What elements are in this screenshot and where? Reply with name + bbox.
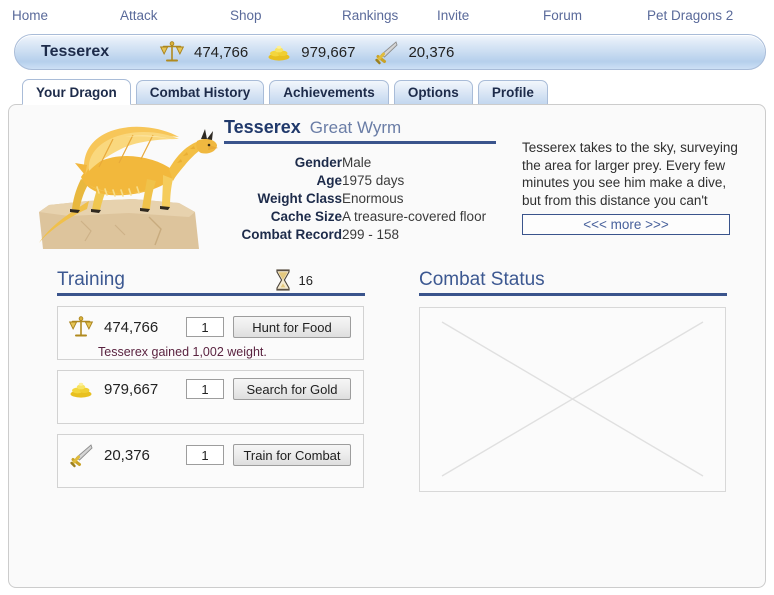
dragon-description-column: Tesserex takes to the sky, surveying the… [522, 117, 744, 257]
combat-status-placeholder [419, 307, 726, 492]
table-row: Weight Class Enormous [224, 189, 486, 207]
scales-icon [159, 39, 185, 65]
more-button[interactable]: <<< more >>> [522, 214, 730, 235]
training-value-food: 474,766 [104, 318, 159, 336]
stat-label-cache-size: Cache Size [270, 208, 342, 224]
nav-link-home[interactable]: Home [6, 8, 120, 23]
table-row: Age 1975 days [224, 171, 486, 189]
stat-value-cache-size: A treasure-covered floor [342, 208, 487, 224]
stat-value-gender: Male [342, 154, 372, 170]
lower-section: Training 16 474,766 1 Hunt for Food Tess… [9, 257, 765, 492]
player-stat-weight-value: 474,766 [194, 43, 249, 61]
tab-options[interactable]: Options [393, 80, 473, 104]
search-for-gold-button[interactable]: Search for Gold [233, 378, 351, 400]
training-row-combat: 20,376 Train for Combat [57, 434, 364, 488]
training-message-food: Tesserex gained 1,002 weight. [98, 345, 267, 359]
player-stat-gold-value: 979,667 [301, 43, 356, 61]
training-header: Training 16 [57, 269, 365, 296]
broken-image-placeholder-icon [441, 321, 704, 477]
player-name: Tesserex [41, 43, 110, 60]
training-row-gold: 979,667 Search for Gold [57, 370, 364, 424]
dragon-species: Great Wyrm [309, 118, 402, 137]
training-value-gold: 979,667 [104, 380, 159, 398]
sword-icon [68, 442, 94, 468]
stat-value-combat-record: 299 - 158 [342, 226, 400, 242]
stat-label-combat-record: Combat Record [241, 226, 342, 242]
training-title: Training [57, 269, 125, 290]
hourglass-icon [275, 269, 291, 291]
table-row: Cache Size A treasure-covered floor [224, 207, 486, 225]
tab-your-dragon[interactable]: Your Dragon [22, 79, 131, 105]
nav-link-pet-dragons-2[interactable]: Pet Dragons 2 [647, 8, 767, 23]
training-value-combat: 20,376 [104, 446, 150, 464]
training-row-controls: 979,667 Search for Gold [68, 378, 355, 400]
training-amount-input-food[interactable] [186, 317, 224, 337]
stat-label-weight-class: Weight Class [257, 190, 342, 206]
stat-label-gender: Gender [294, 154, 342, 170]
player-stat-weight: 474,766 [159, 39, 248, 65]
stat-value-weight-class: Enormous [342, 190, 404, 206]
dragon-overview-row: Tesserex Great Wyrm Gender Male Age 1975… [9, 105, 765, 257]
player-stat-gold: 979,667 [266, 42, 355, 62]
dragon-info-column: Tesserex Great Wyrm Gender Male Age 1975… [224, 117, 514, 257]
nav-link-shop[interactable]: Shop [230, 8, 342, 23]
player-stat-combat: 20,376 [373, 39, 454, 65]
scales-icon [68, 314, 94, 340]
dragon-stats-table: Gender Male Age 1975 days Weight Class E… [224, 153, 486, 243]
nav-link-forum[interactable]: Forum [543, 8, 647, 23]
nav-link-attack[interactable]: Attack [120, 8, 230, 23]
dragon-description-text: Tesserex takes to the sky, surveying the… [522, 140, 738, 208]
dragon-title: Tesserex Great Wyrm [224, 117, 496, 144]
player-stat-combat-value: 20,376 [408, 43, 455, 61]
training-row-food: 474,766 Hunt for Food Tesserex gained 1,… [57, 306, 364, 360]
hunt-for-food-button[interactable]: Hunt for Food [233, 316, 351, 338]
table-row: Combat Record 299 - 158 [224, 225, 486, 243]
training-section: Training 16 474,766 1 Hunt for Food Tess… [9, 269, 369, 492]
tab-profile[interactable]: Profile [477, 80, 548, 104]
combat-status-section: Combat Status [369, 269, 729, 492]
nav-link-rankings[interactable]: Rankings [342, 8, 437, 23]
main-content-panel: Tesserex Great Wyrm Gender Male Age 1975… [8, 104, 766, 588]
dragon-image-container [9, 117, 224, 257]
dragon-image [39, 126, 218, 249]
table-row: Gender Male [224, 153, 486, 171]
player-status-bar: Tesserex 474,766 979,667 20,376 [14, 34, 766, 70]
training-amount-input-gold[interactable] [186, 379, 224, 399]
tab-achievements[interactable]: Achievements [269, 80, 389, 104]
nav-link-invite[interactable]: Invite [437, 8, 543, 23]
combat-status-title: Combat Status [419, 269, 545, 290]
top-navigation: Home Attack Shop Rankings Invite Forum P… [0, 0, 774, 30]
sword-icon [373, 39, 399, 65]
tab-combat-history[interactable]: Combat History [135, 80, 265, 104]
training-amount-input-combat[interactable] [186, 445, 224, 465]
hourglass-counter: 16 [275, 269, 365, 291]
gold-coins-icon [266, 42, 292, 62]
train-for-combat-button[interactable]: Train for Combat [233, 444, 351, 466]
stat-value-age: 1975 days [342, 172, 405, 188]
hourglass-count: 16 [298, 272, 313, 288]
gold-coins-icon [68, 379, 94, 399]
stat-label-age: Age [316, 172, 342, 188]
combat-status-header: Combat Status [419, 269, 727, 296]
training-row-controls: 474,766 Hunt for Food [68, 314, 355, 340]
dragon-name: Tesserex [224, 117, 301, 137]
tab-bar: Your Dragon Combat History Achievements … [22, 78, 774, 105]
training-row-controls: 20,376 Train for Combat [68, 442, 355, 468]
